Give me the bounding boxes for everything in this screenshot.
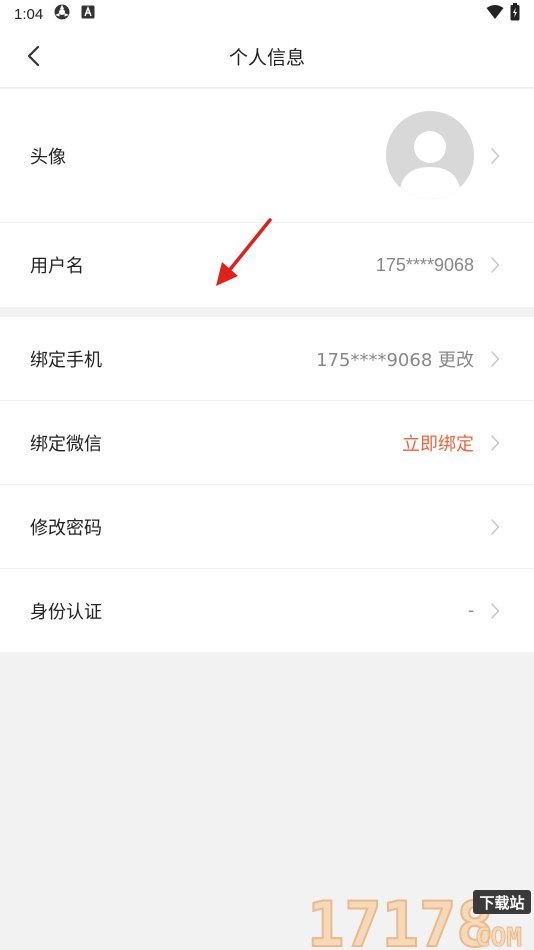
chevron-right-icon (488, 433, 502, 453)
nav-bar: 个人信息 (0, 28, 534, 88)
watermark-badge: 下载站 (479, 894, 524, 912)
watermark-suffix: COM (475, 923, 522, 950)
page-title: 个人信息 (228, 47, 305, 69)
back-arrow-icon (26, 44, 42, 72)
account-group: 绑定手机 175****9068 更改 绑定微信 立即绑定 修改密码 身份认证 … (0, 317, 534, 652)
status-time: 1:04 (14, 5, 44, 23)
identity-value: - (468, 600, 474, 620)
chevron-right-icon (488, 601, 502, 621)
username-label: 用户名 (30, 256, 84, 277)
status-right (486, 3, 520, 25)
avatar-row[interactable]: 头像 (0, 89, 534, 223)
wechat-label: 绑定微信 (30, 433, 102, 455)
wifi-icon (486, 4, 504, 24)
annotation-arrow-icon (210, 214, 276, 288)
watermark-logo: 17178 下载站 COM (305, 882, 534, 950)
chevron-right-icon (488, 146, 502, 166)
bind-wechat-link[interactable]: 立即绑定 (402, 430, 474, 456)
password-row[interactable]: 修改密码 (0, 485, 534, 569)
identity-label: 身份认证 (30, 601, 102, 623)
default-avatar-icon (386, 111, 474, 199)
phone-label: 绑定手机 (30, 349, 102, 371)
chevron-right-icon (488, 517, 502, 537)
sync-icon (53, 3, 71, 25)
identity-row[interactable]: 身份认证 - (0, 569, 534, 652)
personal-info-screen: 1:04 个人信息 头像 用户名 175****9068 绑定手机 175***… (0, 0, 534, 950)
password-label: 修改密码 (30, 517, 102, 539)
battery-icon (510, 3, 520, 25)
avatar[interactable] (386, 111, 474, 199)
wechat-row[interactable]: 绑定微信 立即绑定 (0, 401, 534, 485)
username-value: 175****9068 (375, 254, 474, 275)
avatar-label: 头像 (30, 146, 66, 168)
watermark-number: 17178 (307, 888, 494, 950)
chevron-right-icon (488, 349, 502, 369)
status-bar: 1:04 (0, 0, 534, 28)
phone-value: 175****9068 更改 (316, 349, 474, 371)
phone-row[interactable]: 绑定手机 175****9068 更改 (0, 317, 534, 401)
chevron-right-icon (488, 255, 502, 275)
back-button[interactable] (14, 38, 54, 78)
keyboard-a-icon (81, 5, 95, 23)
